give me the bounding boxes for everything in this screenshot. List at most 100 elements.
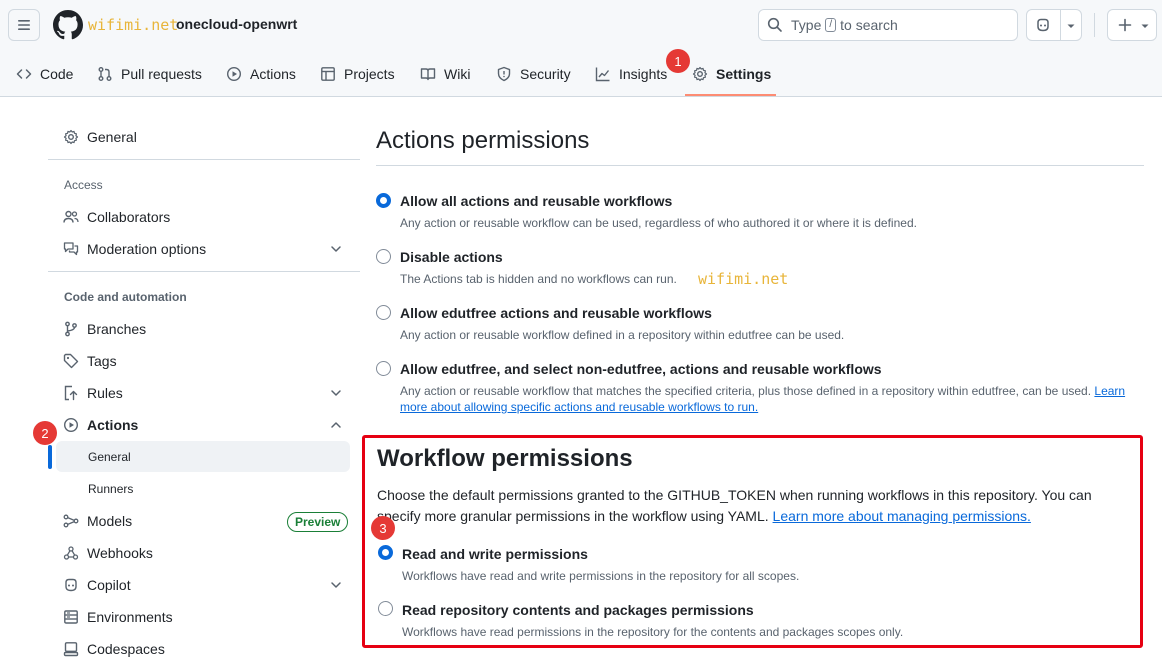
search-prefix: Type [791,17,822,33]
tab-insights-label: Insights [619,66,668,82]
sidebar-label: Environments [87,609,173,625]
option-description: Any action or reusable workflow can be u… [400,216,917,230]
sidebar-divider [48,159,360,160]
copilot-button[interactable] [1026,9,1082,41]
github-logo-icon[interactable] [53,10,83,40]
people-icon [63,210,79,223]
pull-request-icon [98,67,112,81]
shield-icon [497,66,511,82]
menu-button[interactable] [8,9,40,41]
tab-settings-label: Settings [716,66,772,82]
option-label[interactable]: Read repository contents and packages pe… [402,602,754,618]
option-description: Any action or reusable workflow defined … [400,328,845,342]
tab-pull-requests-label: Pull requests [121,66,202,82]
sidebar-item-branches[interactable]: Branches [63,316,146,342]
sidebar-item-collaborators[interactable]: Collaborators [63,204,170,230]
tag-icon [63,353,79,369]
option-label[interactable]: Read and write permissions [402,546,588,562]
watermark-text: wifimi.net [88,16,179,34]
tab-settings[interactable]: Settings [692,57,771,91]
repo-header: wifimi.net onecloud-openwrt Type / to se… [0,0,1162,97]
copilot-icon [1037,18,1049,32]
managing-permissions-link[interactable]: Learn more about managing permissions. [773,508,1031,524]
comment-discussion-icon [63,242,79,256]
radio-disable-actions[interactable] [376,249,391,264]
radio-allow-all[interactable] [376,193,391,208]
tab-projects[interactable]: Projects [320,57,395,91]
title-divider [376,165,1144,166]
option-description: Workflows have read permissions in the r… [402,625,904,639]
step-badge-3: 3 [371,516,395,540]
repo-name-link[interactable]: onecloud-openwrt [176,16,297,32]
sidebar-item-rules[interactable]: Rules [63,380,123,406]
gear-icon [63,129,79,145]
create-new-button[interactable] [1107,9,1157,41]
sidebar-label: Models [87,513,133,529]
chevron-up-icon[interactable] [329,418,343,432]
section-description: Choose the default permissions granted t… [377,485,1137,527]
search-icon [767,17,782,32]
tab-code[interactable]: Code [16,57,73,91]
copilot-icon [65,578,77,592]
sidebar-item-tags[interactable]: Tags [63,348,117,374]
option-label[interactable]: Allow edutfree actions and reusable work… [400,305,712,321]
repo-push-icon [64,385,78,401]
search-input[interactable]: Type / to search [758,9,1018,41]
sidebar-item-moderation[interactable]: Moderation options [63,236,206,262]
section-title: Workflow permissions [377,445,633,472]
book-icon [420,68,436,81]
sidebar-item-general[interactable]: General [63,124,137,150]
radio-read-only[interactable] [378,601,393,616]
tab-actions[interactable]: Actions [226,57,296,91]
step-badge-1: 1 [666,49,690,73]
sidebar-item-codespaces[interactable]: Codespaces [63,636,165,657]
watermark-text: wifimi.net [698,270,789,288]
learn-more-link-continued[interactable]: more about allowing specific actions and… [400,400,758,414]
sidebar-item-models[interactable]: Models [63,508,132,534]
sidebar-label: Copilot [87,577,131,593]
sidebar-heading-code: Code and automation [64,290,187,304]
sidebar-label: Actions [87,417,139,433]
sidebar-divider [48,271,360,272]
chevron-down-icon[interactable] [329,242,343,256]
graph-icon [595,67,610,82]
sidebar-label: Codespaces [87,641,165,657]
option-label[interactable]: Allow all actions and reusable workflows [400,193,672,209]
sidebar-label: Moderation options [87,241,207,257]
sidebar-label: Branches [87,321,147,337]
learn-more-link[interactable]: Learn [1094,384,1125,398]
triangle-down-icon[interactable] [1066,21,1076,31]
option-description: Any action or reusable workflow that mat… [400,384,1125,398]
option-label[interactable]: Disable actions [400,249,503,265]
sidebar-item-environments[interactable]: Environments [63,604,173,630]
plus-icon [1118,18,1132,32]
sidebar-heading-access: Access [64,178,103,192]
server-icon [64,610,78,624]
sidebar-subitem-actions-general[interactable]: General [88,450,131,464]
radio-read-write[interactable] [378,545,393,560]
tab-wiki[interactable]: Wiki [420,57,470,91]
sidebar-label: Rules [87,385,123,401]
radio-allow-select[interactable] [376,361,391,376]
sidebar-subitem-runners[interactable]: Runners [88,482,133,496]
search-key-hint: / [825,18,837,32]
sidebar-item-webhooks[interactable]: Webhooks [63,540,153,566]
option-description: The Actions tab is hidden and no workflo… [400,272,677,286]
sidebar-item-actions[interactable]: Actions [63,412,138,438]
gear-icon [692,66,708,82]
option-label[interactable]: Allow edutfree, and select non-edutfree,… [400,361,882,377]
sidebar-label: Tags [87,353,117,369]
chevron-down-icon[interactable] [329,386,343,400]
sidebar-item-copilot[interactable]: Copilot [63,572,131,598]
sidebar-label: Webhooks [87,545,153,561]
radio-allow-edutfree[interactable] [376,305,391,320]
option-description-line2: more about allowing specific actions and… [400,400,758,414]
tab-insights[interactable]: Insights [595,57,667,91]
models-icon [63,514,79,528]
tab-security[interactable]: Security [496,57,571,91]
tab-pull-requests[interactable]: Pull requests [97,57,202,91]
tab-code-label: Code [40,66,74,82]
page-title: Actions permissions [376,127,590,154]
sidebar-label: General [87,129,137,145]
chevron-down-icon[interactable] [329,578,343,592]
